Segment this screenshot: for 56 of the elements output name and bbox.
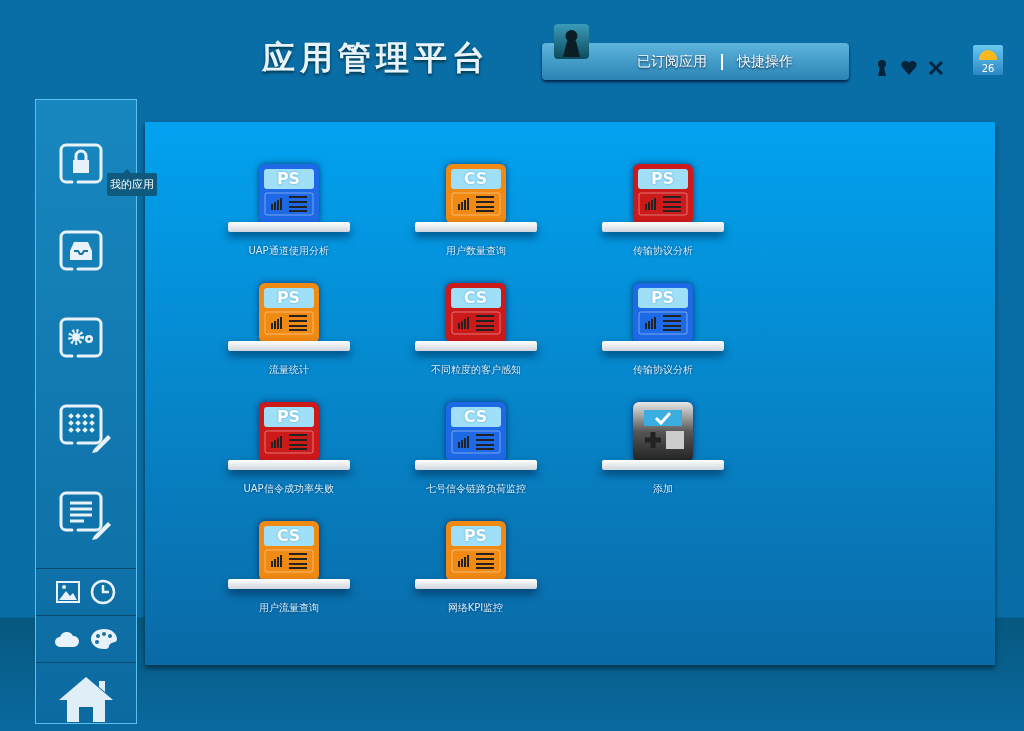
app-label[interactable]: 用户数量查询 bbox=[445, 244, 506, 258]
clock-icon[interactable] bbox=[90, 579, 116, 605]
signal-list-icon bbox=[637, 192, 688, 216]
signal-list-icon bbox=[263, 311, 314, 335]
app-icon[interactable]: PS bbox=[445, 521, 506, 581]
close-icon[interactable] bbox=[927, 59, 945, 77]
app-badge: PS bbox=[637, 288, 688, 308]
app-badge: CS bbox=[450, 407, 501, 427]
heart-icon[interactable] bbox=[900, 59, 918, 77]
app-label[interactable]: 传输协议分析 bbox=[632, 363, 693, 377]
app-label[interactable]: 七号信令链路负荷监控 bbox=[425, 482, 526, 496]
app-badge: PS bbox=[450, 526, 501, 546]
temperature-text: 26 bbox=[981, 63, 995, 75]
signal-list-icon bbox=[450, 311, 501, 335]
cloud-icon[interactable] bbox=[54, 630, 80, 648]
sun-icon bbox=[978, 48, 998, 60]
nav-link[interactable]: 快捷操作 bbox=[737, 52, 793, 71]
app-badge: PS bbox=[263, 288, 314, 308]
app-badge: CS bbox=[263, 526, 314, 546]
app-label[interactable]: 不同粒度的客户感知 bbox=[430, 363, 521, 377]
app-icon[interactable]: PS bbox=[632, 283, 693, 343]
palette-icon[interactable] bbox=[90, 628, 118, 650]
signal-list-icon bbox=[450, 549, 501, 573]
app-label[interactable]: 用户流量查询 bbox=[258, 601, 319, 615]
app-icon[interactable]: PS bbox=[258, 402, 319, 462]
app-icon[interactable]: CS bbox=[258, 521, 319, 581]
app-label[interactable]: 传输协议分析 bbox=[632, 244, 693, 258]
app-label[interactable]: 流量统计 bbox=[268, 363, 309, 377]
app-icon[interactable]: PS bbox=[258, 283, 319, 343]
add-icon[interactable] bbox=[632, 402, 693, 462]
app-icon[interactable]: CS bbox=[445, 402, 506, 462]
app-badge: PS bbox=[637, 169, 688, 189]
app-title: 应用管理平台 bbox=[262, 37, 491, 79]
app-icon[interactable]: CS bbox=[445, 283, 506, 343]
avatar-icon[interactable] bbox=[554, 24, 589, 59]
app-label[interactable]: 添加 bbox=[652, 482, 673, 496]
signal-list-icon bbox=[263, 549, 314, 573]
app-badge: CS bbox=[450, 169, 501, 189]
app-icon[interactable]: PS bbox=[258, 164, 319, 224]
signal-list-icon bbox=[637, 311, 688, 335]
app-badge: PS bbox=[263, 407, 314, 427]
signal-list-icon bbox=[450, 430, 501, 454]
home-icon[interactable] bbox=[57, 675, 115, 723]
app-label[interactable]: UAP通道使用分析 bbox=[248, 244, 329, 258]
app-badge: CS bbox=[450, 288, 501, 308]
signal-list-icon bbox=[263, 192, 314, 216]
app-icon[interactable]: CS bbox=[445, 164, 506, 224]
signal-list-icon bbox=[263, 430, 314, 454]
app-label[interactable]: 网络KPI监控 bbox=[447, 601, 504, 615]
nav-link[interactable]: 已订阅应用 bbox=[637, 52, 707, 71]
signal-list-icon bbox=[450, 192, 501, 216]
app-badge: PS bbox=[263, 169, 314, 189]
app-label[interactable]: UAP信令成功率失败 bbox=[243, 482, 334, 496]
image-icon[interactable] bbox=[56, 581, 80, 603]
weather-icon[interactable]: 26 bbox=[973, 45, 1003, 75]
app-icon[interactable]: PS bbox=[632, 164, 693, 224]
